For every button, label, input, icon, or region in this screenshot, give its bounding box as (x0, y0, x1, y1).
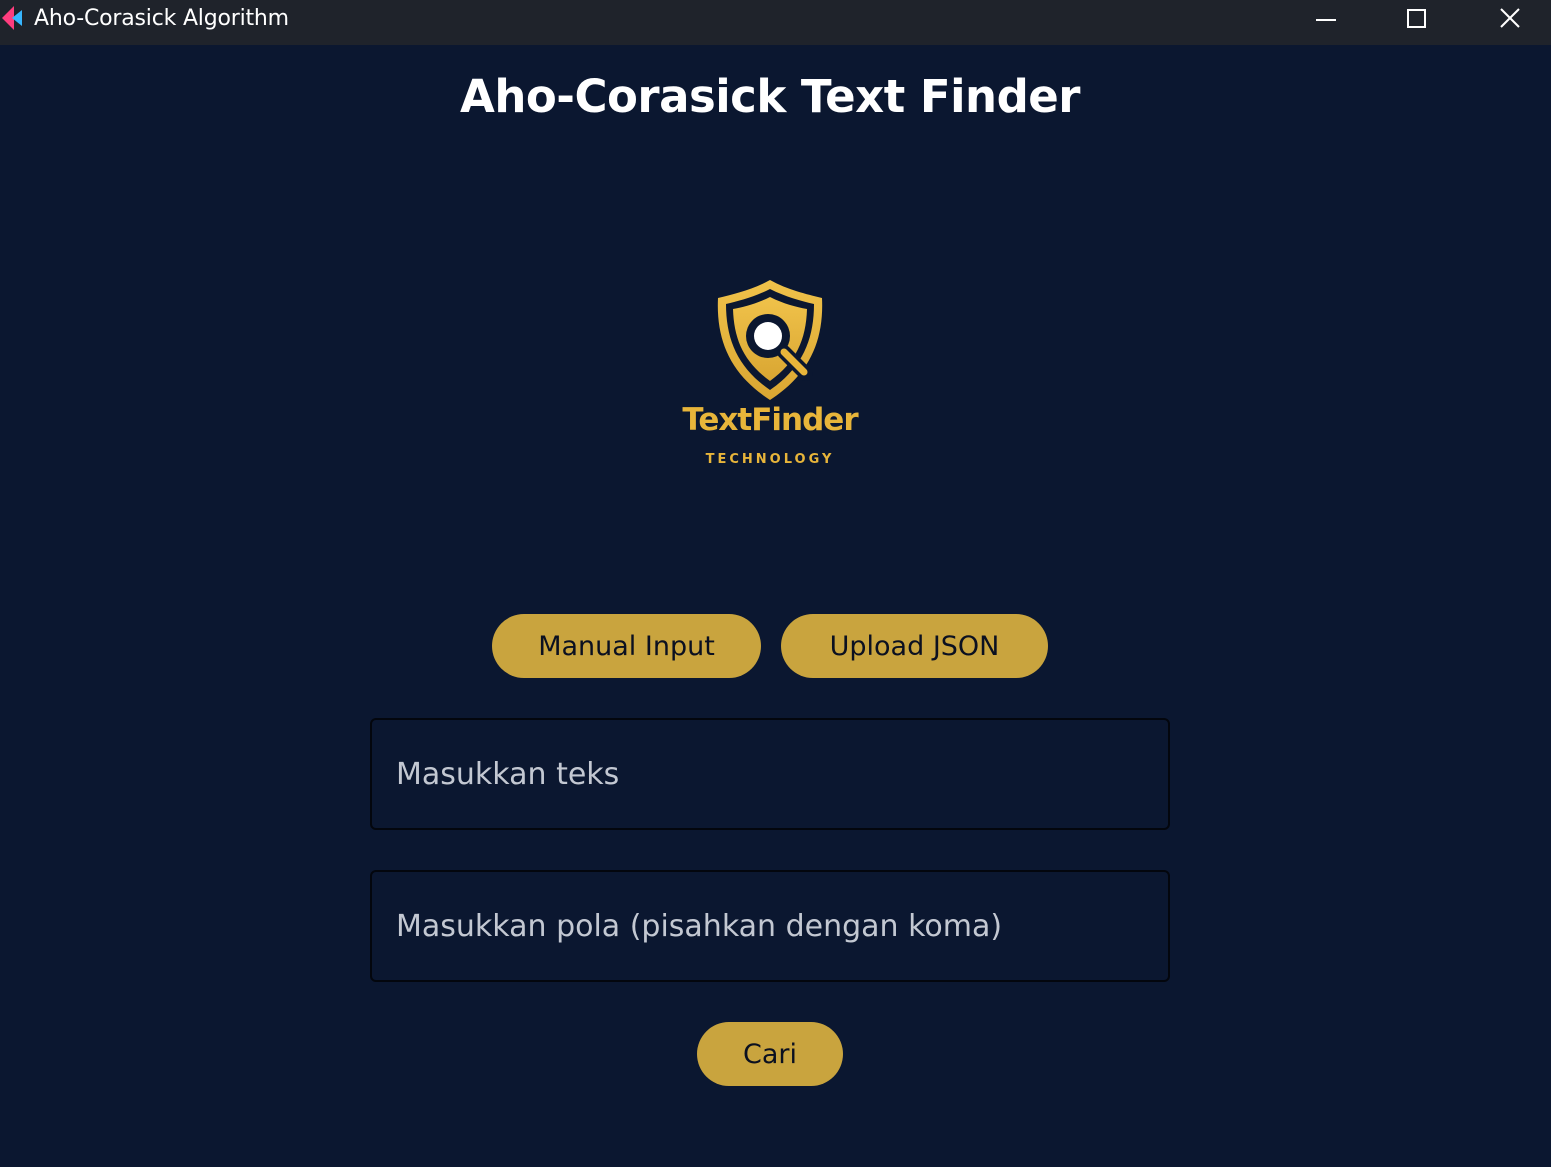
window-title: Aho-Corasick Algorithm (34, 6, 289, 31)
minimize-icon (1316, 19, 1336, 21)
pattern-input[interactable] (370, 870, 1170, 982)
app-logo-icon (2, 6, 22, 30)
logo-tagline: TECHNOLOGY (705, 452, 835, 467)
shield-magnifier-icon (717, 280, 823, 400)
logo-wordmark: TextFinder (682, 402, 858, 438)
page-title: Aho-Corasick Text Finder (460, 70, 1081, 123)
title-bar[interactable]: Aho-Corasick Algorithm (0, 0, 1551, 45)
textfinder-logo: TextFinder TECHNOLOGY (660, 272, 880, 482)
search-button[interactable]: Cari (697, 1022, 843, 1086)
maximize-icon (1407, 9, 1426, 28)
minimize-button[interactable] (1281, 0, 1371, 36)
close-icon (1500, 8, 1520, 28)
text-input[interactable] (370, 718, 1170, 830)
maximize-button[interactable] (1372, 0, 1462, 36)
manual-input-button[interactable]: Manual Input (492, 614, 761, 678)
app-window: Aho-Corasick Algorithm Aho-Corasick Text… (0, 0, 1551, 1167)
upload-json-button[interactable]: Upload JSON (781, 614, 1048, 678)
close-button[interactable] (1465, 0, 1551, 36)
